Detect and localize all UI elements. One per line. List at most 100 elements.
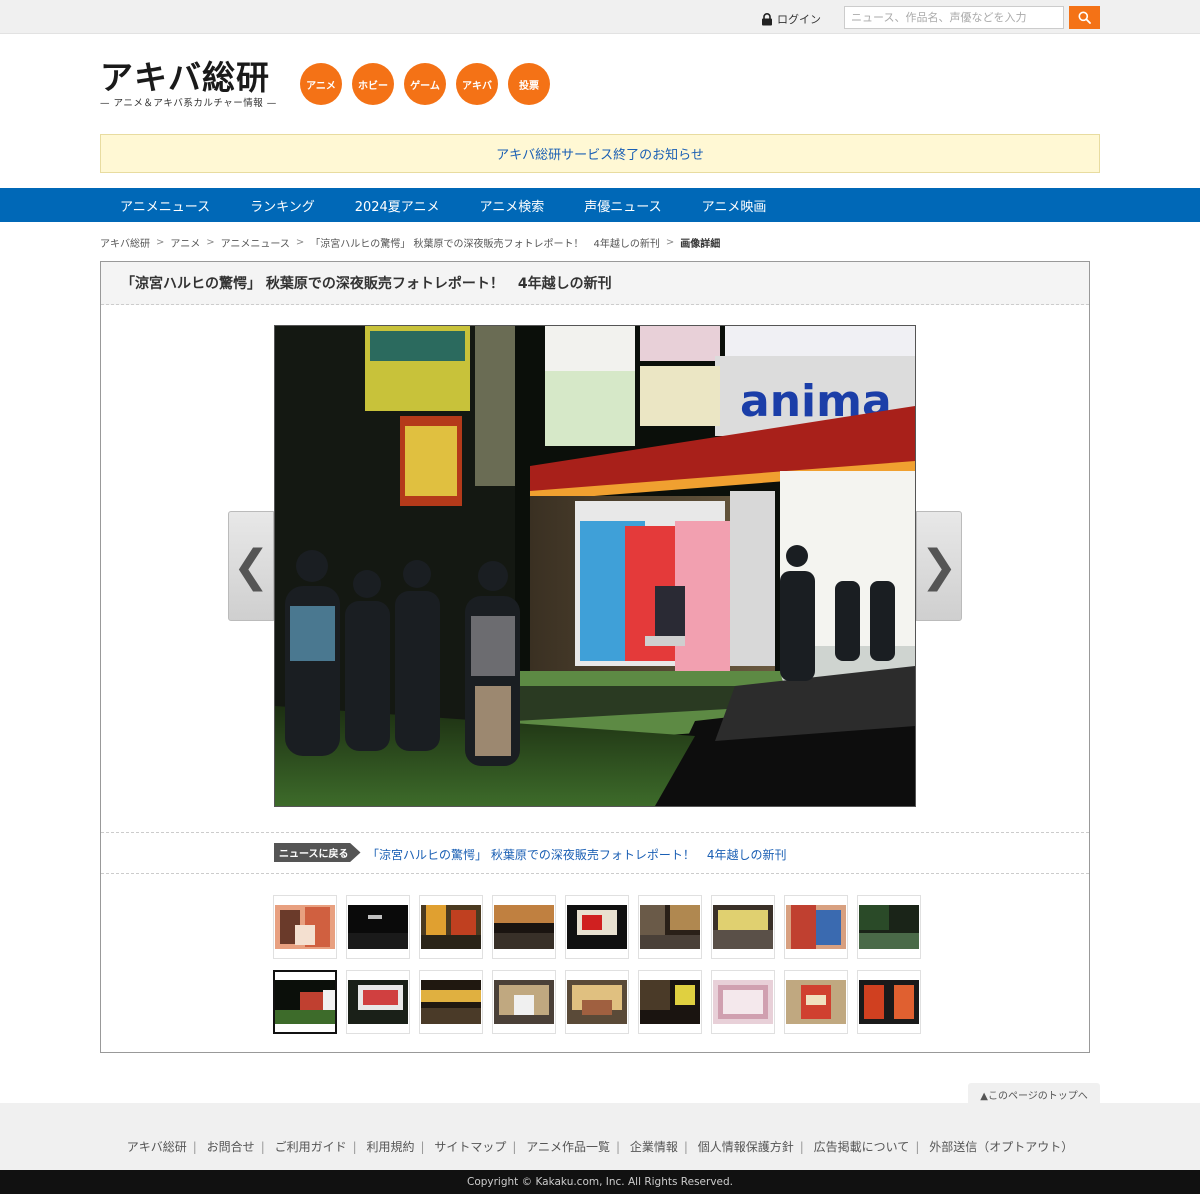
- thumbnail[interactable]: [711, 895, 775, 959]
- thumbnail[interactable]: [492, 970, 556, 1034]
- thumbnail[interactable]: [419, 895, 483, 959]
- thumbnail[interactable]: [711, 970, 775, 1034]
- thumbnail[interactable]: [273, 895, 337, 959]
- thumbnail[interactable]: [565, 895, 629, 959]
- footer-link[interactable]: 企業情報: [630, 1140, 678, 1154]
- nav-item-anime-search[interactable]: アニメ検索: [460, 188, 565, 222]
- thumbnail[interactable]: [638, 895, 702, 959]
- thumbnail[interactable]: [638, 970, 702, 1034]
- thumbnail-image: [786, 980, 846, 1024]
- site-logo[interactable]: アキバ総研 — アニメ＆アキバ系カルチャー情報 —: [100, 60, 280, 112]
- footer-divider: |: [192, 1140, 197, 1154]
- thumbnail[interactable]: [784, 970, 848, 1034]
- thumbnail[interactable]: [857, 895, 921, 959]
- thumbnail-row: [273, 895, 923, 959]
- notice-link[interactable]: アキバ総研サービス終了のお知らせ: [496, 144, 704, 163]
- thumbnail-image: [494, 980, 554, 1024]
- back-to-news-link[interactable]: 「涼宮ハルヒの驚愕」 秋葉原での深夜販売フォトレポート！ 4年越しの新刊: [367, 846, 786, 863]
- search-icon: [1078, 11, 1091, 24]
- category-anime-button[interactable]: アニメ: [300, 63, 342, 105]
- footer: [0, 1103, 1200, 1170]
- thumbnail-image: [713, 980, 773, 1024]
- breadcrumb-separator: >: [156, 237, 165, 248]
- thumbnail-image: [567, 905, 627, 949]
- category-hobby-button[interactable]: ホビー: [352, 63, 394, 105]
- footer-divider: |: [683, 1140, 688, 1154]
- breadcrumb-item[interactable]: 「涼宮ハルヒの驚愕」 秋葉原での深夜販売フォトレポート！ 4年越しの新刊: [310, 235, 660, 250]
- lock-icon: [762, 12, 772, 25]
- breadcrumb-separator: >: [206, 237, 215, 248]
- breadcrumb-item[interactable]: アニメ: [170, 235, 200, 250]
- thumbnail-image: [421, 905, 481, 949]
- search-button[interactable]: [1069, 6, 1100, 29]
- thumbnail[interactable]: [419, 970, 483, 1034]
- login-link[interactable]: ログイン: [761, 11, 821, 27]
- footer-links: アキバ総研 | お問合せ | ご利用ガイド | 利用規約 | サイトマップ | アニメ作品…: [0, 1138, 1200, 1155]
- thumbnail[interactable]: [492, 895, 556, 959]
- footer-link[interactable]: 広告掲載について: [814, 1140, 910, 1154]
- logo-subtitle: — アニメ＆アキバ系カルチャー情報 —: [100, 98, 277, 109]
- footer-divider: |: [260, 1140, 265, 1154]
- thumbnail-image: [494, 905, 554, 949]
- main-photo: anima: [274, 325, 916, 807]
- thumbnail[interactable]: [565, 970, 629, 1034]
- footer-divider: |: [799, 1140, 804, 1154]
- back-to-top-link[interactable]: ▲このページのトップへ: [968, 1083, 1100, 1105]
- next-image-button[interactable]: ❯: [916, 511, 962, 621]
- category-game-button[interactable]: ゲーム: [404, 63, 446, 105]
- nav-item-ranking[interactable]: ランキング: [230, 188, 335, 222]
- breadcrumb-item[interactable]: アニメニュース: [221, 235, 290, 250]
- thumbnail[interactable]: [346, 895, 410, 959]
- thumbnail-image: [786, 905, 846, 949]
- logo-main-text: アキバ総研: [100, 58, 270, 97]
- thumbnail-image: [421, 980, 481, 1024]
- footer-link[interactable]: 個人情報保護方針: [698, 1140, 794, 1154]
- thumbnail[interactable]: [346, 970, 410, 1034]
- chevron-left-icon: ❮: [232, 540, 270, 592]
- prev-image-button[interactable]: ❮: [228, 511, 274, 621]
- nav-item-summer-anime[interactable]: 2024夏アニメ: [335, 188, 460, 222]
- footer-divider: |: [512, 1140, 517, 1154]
- category-vote-button[interactable]: 投票: [508, 63, 550, 105]
- footer-divider: |: [420, 1140, 425, 1154]
- nav-item-anime-news[interactable]: アニメニュース: [100, 188, 230, 222]
- thumbnail-image: [275, 980, 335, 1024]
- footer-link[interactable]: 利用規約: [366, 1140, 414, 1154]
- main-nav: アニメニュース ランキング 2024夏アニメ アニメ検索 声優ニュース アニメ映…: [0, 188, 1200, 222]
- thumbnail-image: [640, 980, 700, 1024]
- category-buttons: アニメ ホビー ゲーム アキバ 投票: [300, 63, 550, 105]
- breadcrumb-separator: >: [295, 237, 305, 248]
- footer-link[interactable]: サイトマップ: [434, 1140, 506, 1154]
- thumbnail[interactable]: [784, 895, 848, 959]
- footer-link[interactable]: ご利用ガイド: [275, 1140, 347, 1154]
- footer-link[interactable]: 外部送信（オプトアウト）: [929, 1140, 1073, 1154]
- thumbnail-image: [859, 980, 919, 1024]
- chevron-right-icon: ❯: [920, 540, 958, 592]
- thumbnail-row: [273, 970, 923, 1034]
- footer-divider: |: [352, 1140, 357, 1154]
- thumbnail-image: [348, 980, 408, 1024]
- thumbnail-image: [275, 905, 335, 949]
- footer-link[interactable]: お問合せ: [207, 1140, 255, 1154]
- thumbnail[interactable]: [857, 970, 921, 1034]
- nav-item-anime-movie[interactable]: アニメ映画: [682, 188, 787, 222]
- search-input[interactable]: [844, 6, 1064, 29]
- thumbnail-image: [713, 905, 773, 949]
- service-end-notice: アキバ総研サービス終了のお知らせ: [100, 134, 1100, 173]
- breadcrumb: アキバ総研 > アニメ > アニメニュース > 「涼宮ハルヒの驚愕」 秋葉原での深夜販…: [100, 235, 720, 250]
- photo-illustration: anima: [275, 326, 915, 806]
- footer-link[interactable]: アキバ総研: [127, 1140, 187, 1154]
- thumbnail-image: [859, 905, 919, 949]
- category-akiba-button[interactable]: アキバ: [456, 63, 498, 105]
- login-label: ログイン: [777, 13, 821, 26]
- nav-item-voice-actor-news[interactable]: 声優ニュース: [564, 188, 681, 222]
- back-to-news-row: ニュースに戻る 「涼宮ハルヒの驚愕」 秋葉原での深夜販売フォトレポート！ 4年越…: [101, 832, 1089, 874]
- footer-link[interactable]: アニメ作品一覧: [526, 1140, 610, 1154]
- breadcrumb-separator: >: [665, 237, 675, 248]
- image-detail-box: 「涼宮ハルヒの驚愕」 秋葉原での深夜販売フォトレポート！ 4年越しの新刊 ❮ a…: [100, 261, 1090, 1053]
- breadcrumb-item[interactable]: アキバ総研: [100, 235, 150, 250]
- article-title: 「涼宮ハルヒの驚愕」 秋葉原での深夜販売フォトレポート！ 4年越しの新刊: [101, 262, 1089, 305]
- thumbnail-selected[interactable]: [273, 970, 337, 1034]
- back-to-news-badge[interactable]: ニュースに戻る: [274, 843, 361, 862]
- top-bar: ログイン: [0, 0, 1200, 34]
